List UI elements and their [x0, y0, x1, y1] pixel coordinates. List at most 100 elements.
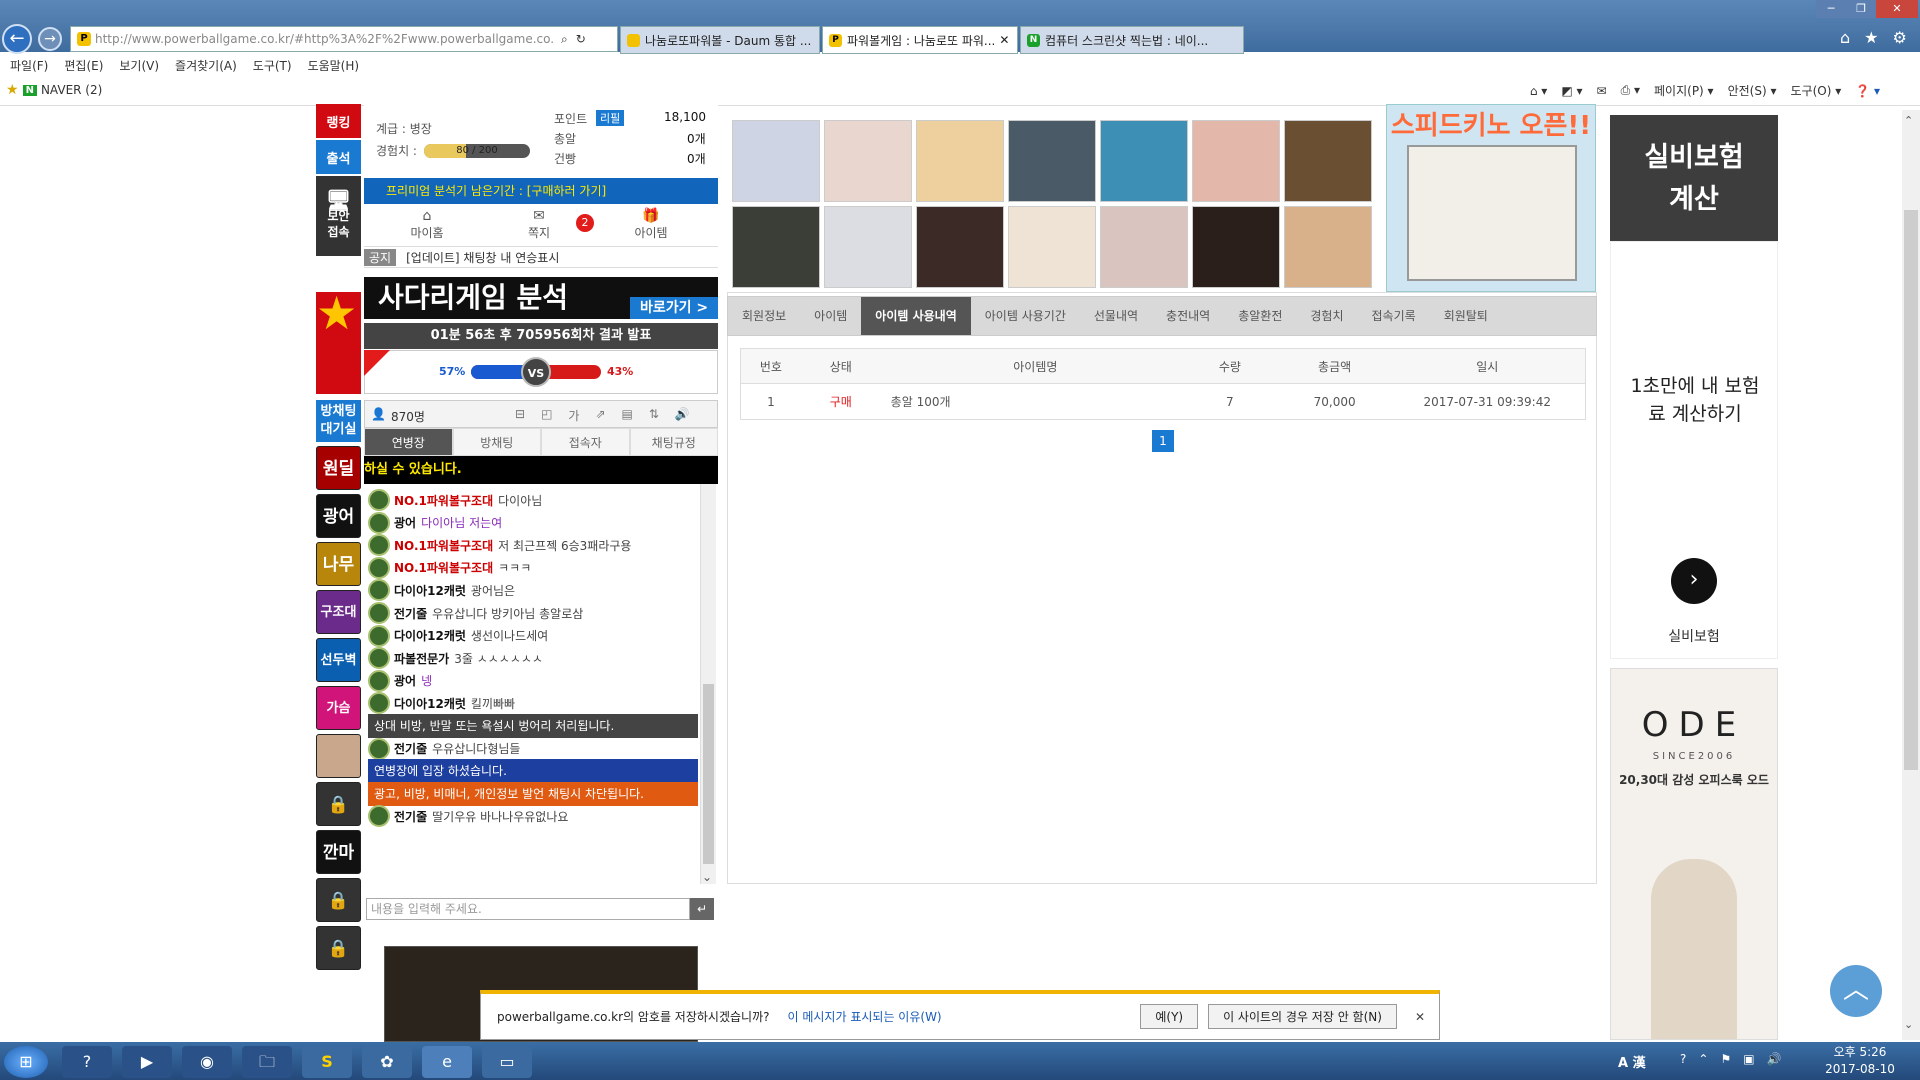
premium-analyzer-link[interactable]: 프리미엄 분석기 남은기간 : [구매하러 가기]: [364, 178, 718, 204]
insurance-ad-title[interactable]: 실비보험 계산: [1610, 115, 1778, 241]
flag-icon[interactable]: ⚑: [1720, 1052, 1731, 1066]
tab-bullet-exchange[interactable]: 총알환전: [1224, 297, 1296, 335]
room-thumb-1[interactable]: 원딜이: [316, 446, 361, 490]
tab-daum[interactable]: 나눔로또파워볼 - Daum 통합 ...: [620, 26, 820, 54]
room-thumb-11-locked[interactable]: 🔒: [316, 926, 361, 970]
tab-exp[interactable]: 경험치: [1296, 297, 1357, 335]
photo-thumb[interactable]: [1008, 206, 1096, 288]
tab-item-period[interactable]: 아이템 사용기간: [971, 297, 1080, 335]
tab-gifts[interactable]: 선물내역: [1080, 297, 1152, 335]
room-thumb-2[interactable]: 광어: [316, 494, 361, 538]
tab-member-info[interactable]: 회원정보: [728, 297, 800, 335]
menu-view[interactable]: 보기(V): [119, 57, 159, 74]
note-button[interactable]: ✉ 쪽지 2: [484, 208, 594, 241]
photo-thumb[interactable]: [1284, 120, 1372, 202]
room-thumb-7[interactable]: [316, 734, 361, 778]
internet-explorer-icon[interactable]: e: [422, 1046, 472, 1078]
photo-thumb[interactable]: [732, 206, 820, 288]
page-scrollbar[interactable]: ⌃ ⌄: [1902, 110, 1920, 1040]
room-thumb-3[interactable]: 나무: [316, 542, 361, 586]
chat-username[interactable]: 광어: [394, 514, 416, 531]
chat-scrollbar[interactable]: ⌄: [700, 484, 716, 884]
chat-username[interactable]: 광어: [394, 672, 416, 689]
tab-withdraw[interactable]: 회원탈퇴: [1430, 297, 1502, 335]
chat-list-icon[interactable]: ▤: [622, 407, 633, 424]
room-thumb-9[interactable]: 깐마: [316, 830, 361, 874]
user-rank-avatar-icon[interactable]: [368, 692, 390, 715]
user-rank-avatar-icon[interactable]: [368, 534, 390, 557]
chat-username[interactable]: 전기줄: [394, 605, 427, 622]
room-thumb-10-locked[interactable]: 🔒: [316, 878, 361, 922]
photo-thumb[interactable]: [824, 120, 912, 202]
rss-icon[interactable]: ◩ ▾: [1561, 84, 1582, 98]
menu-tools[interactable]: 도구(T): [253, 57, 292, 74]
secure-login-button[interactable]: 🖥 보안 접속: [316, 176, 361, 256]
rank-star-banner[interactable]: ★: [316, 286, 361, 394]
user-rank-avatar-icon[interactable]: [368, 647, 390, 670]
photo-thumb[interactable]: [916, 120, 1004, 202]
fav-naver-link[interactable]: NAVER (2): [41, 83, 102, 97]
tab-yeonbyeongjang[interactable]: 연병장: [364, 428, 453, 456]
user-rank-avatar-icon[interactable]: [368, 624, 390, 647]
myhome-button[interactable]: ⌂ 마이홈: [372, 208, 482, 241]
ladder-go-button[interactable]: 바로가기 >: [630, 297, 718, 319]
notice-row[interactable]: 공지 [업데이트] 채팅창 내 연승표시: [364, 246, 718, 268]
close-icon[interactable]: ✕: [1415, 1010, 1425, 1024]
user-rank-avatar-icon[interactable]: [368, 556, 390, 579]
ime-indicator[interactable]: A 漢: [1618, 1052, 1646, 1071]
maximize-button[interactable]: ❐: [1846, 0, 1876, 18]
insurance-ad-body[interactable]: 1초만에 내 보험료 계산하기 › 실비보험: [1610, 241, 1778, 659]
help-tray-icon[interactable]: ?: [1680, 1052, 1686, 1066]
user-rank-avatar-icon[interactable]: [368, 669, 390, 692]
start-button[interactable]: ⊞: [4, 1046, 48, 1078]
speed-keno-ad[interactable]: 스피드키노 오픈!!: [1386, 104, 1596, 292]
rank-button[interactable]: 랭킹: [316, 104, 361, 138]
search-icon[interactable]: ⌕: [561, 32, 568, 47]
settings-gear-icon[interactable]: ⚙: [1893, 28, 1907, 47]
game-app-icon[interactable]: S: [302, 1046, 352, 1078]
volume-icon[interactable]: 🔊: [1767, 1052, 1782, 1066]
photo-thumb[interactable]: [1008, 120, 1096, 202]
chrome-icon[interactable]: ◉: [182, 1046, 232, 1078]
user-rank-avatar-icon[interactable]: [368, 602, 390, 624]
chat-username[interactable]: 전기줄: [394, 740, 427, 757]
chat-username[interactable]: 전기줄: [394, 808, 427, 825]
font-size-icon[interactable]: 가: [568, 407, 579, 424]
tray-expand-icon[interactable]: ⌃: [1698, 1052, 1708, 1066]
scroll-up-icon[interactable]: ⌃: [1904, 114, 1913, 127]
sort-icon[interactable]: ⇅: [649, 407, 659, 424]
user-rank-avatar-icon[interactable]: [368, 737, 390, 760]
notepad-icon[interactable]: ▭: [482, 1046, 532, 1078]
home-icon[interactable]: ⌂: [1840, 28, 1850, 47]
chat-input[interactable]: 내용을 입력해 주세요.: [366, 898, 690, 920]
safety-menu[interactable]: 안전(S) ▾: [1728, 82, 1777, 99]
menu-favorites[interactable]: 즐겨찾기(A): [175, 57, 237, 74]
chat-username[interactable]: NO.1파워볼구조대: [394, 537, 493, 554]
room-thumb-8-locked[interactable]: 🔒: [316, 782, 361, 826]
tools-menu[interactable]: 도구(O) ▾: [1790, 82, 1841, 99]
mail-icon[interactable]: ✉: [1597, 84, 1607, 98]
tab-charges[interactable]: 충전내역: [1152, 297, 1224, 335]
page-scroll-thumb[interactable]: [1904, 210, 1918, 770]
chat-username[interactable]: 다이아12캐럿: [394, 627, 466, 644]
never-save-button[interactable]: 이 사이트의 경우 저장 안 함(N): [1208, 1004, 1397, 1029]
chevron-right-icon[interactable]: ›: [1671, 558, 1717, 604]
media-player-icon[interactable]: ▶: [122, 1046, 172, 1078]
photo-thumb[interactable]: [1192, 206, 1280, 288]
messenger-icon[interactable]: ✿: [362, 1046, 412, 1078]
tab-items[interactable]: 아이템: [800, 297, 861, 335]
page-menu[interactable]: 페이지(P) ▾: [1654, 82, 1714, 99]
help-app-icon[interactable]: ?: [62, 1046, 112, 1078]
help-icon[interactable]: ❓ ▾: [1855, 84, 1880, 98]
folder-icon[interactable]: 🗀: [242, 1046, 292, 1078]
chat-send-button[interactable]: ↵: [690, 898, 714, 920]
room-chat-lobby-button[interactable]: 방채팅 대기실: [316, 400, 361, 442]
attend-button[interactable]: 출석: [316, 140, 361, 174]
user-rank-avatar-icon[interactable]: [368, 511, 390, 534]
network-icon[interactable]: ▣: [1743, 1052, 1754, 1066]
refresh-icon[interactable]: ↻: [576, 32, 586, 46]
ode-fashion-ad[interactable]: ODE SINCE2006 20,30대 감성 오피스룩 오드: [1610, 668, 1778, 1040]
room-thumb-5[interactable]: 선두벽: [316, 638, 361, 682]
tab-item-usage[interactable]: 아이템 사용내역: [861, 297, 971, 335]
tab-chat-rules[interactable]: 채팅규정: [629, 428, 718, 456]
